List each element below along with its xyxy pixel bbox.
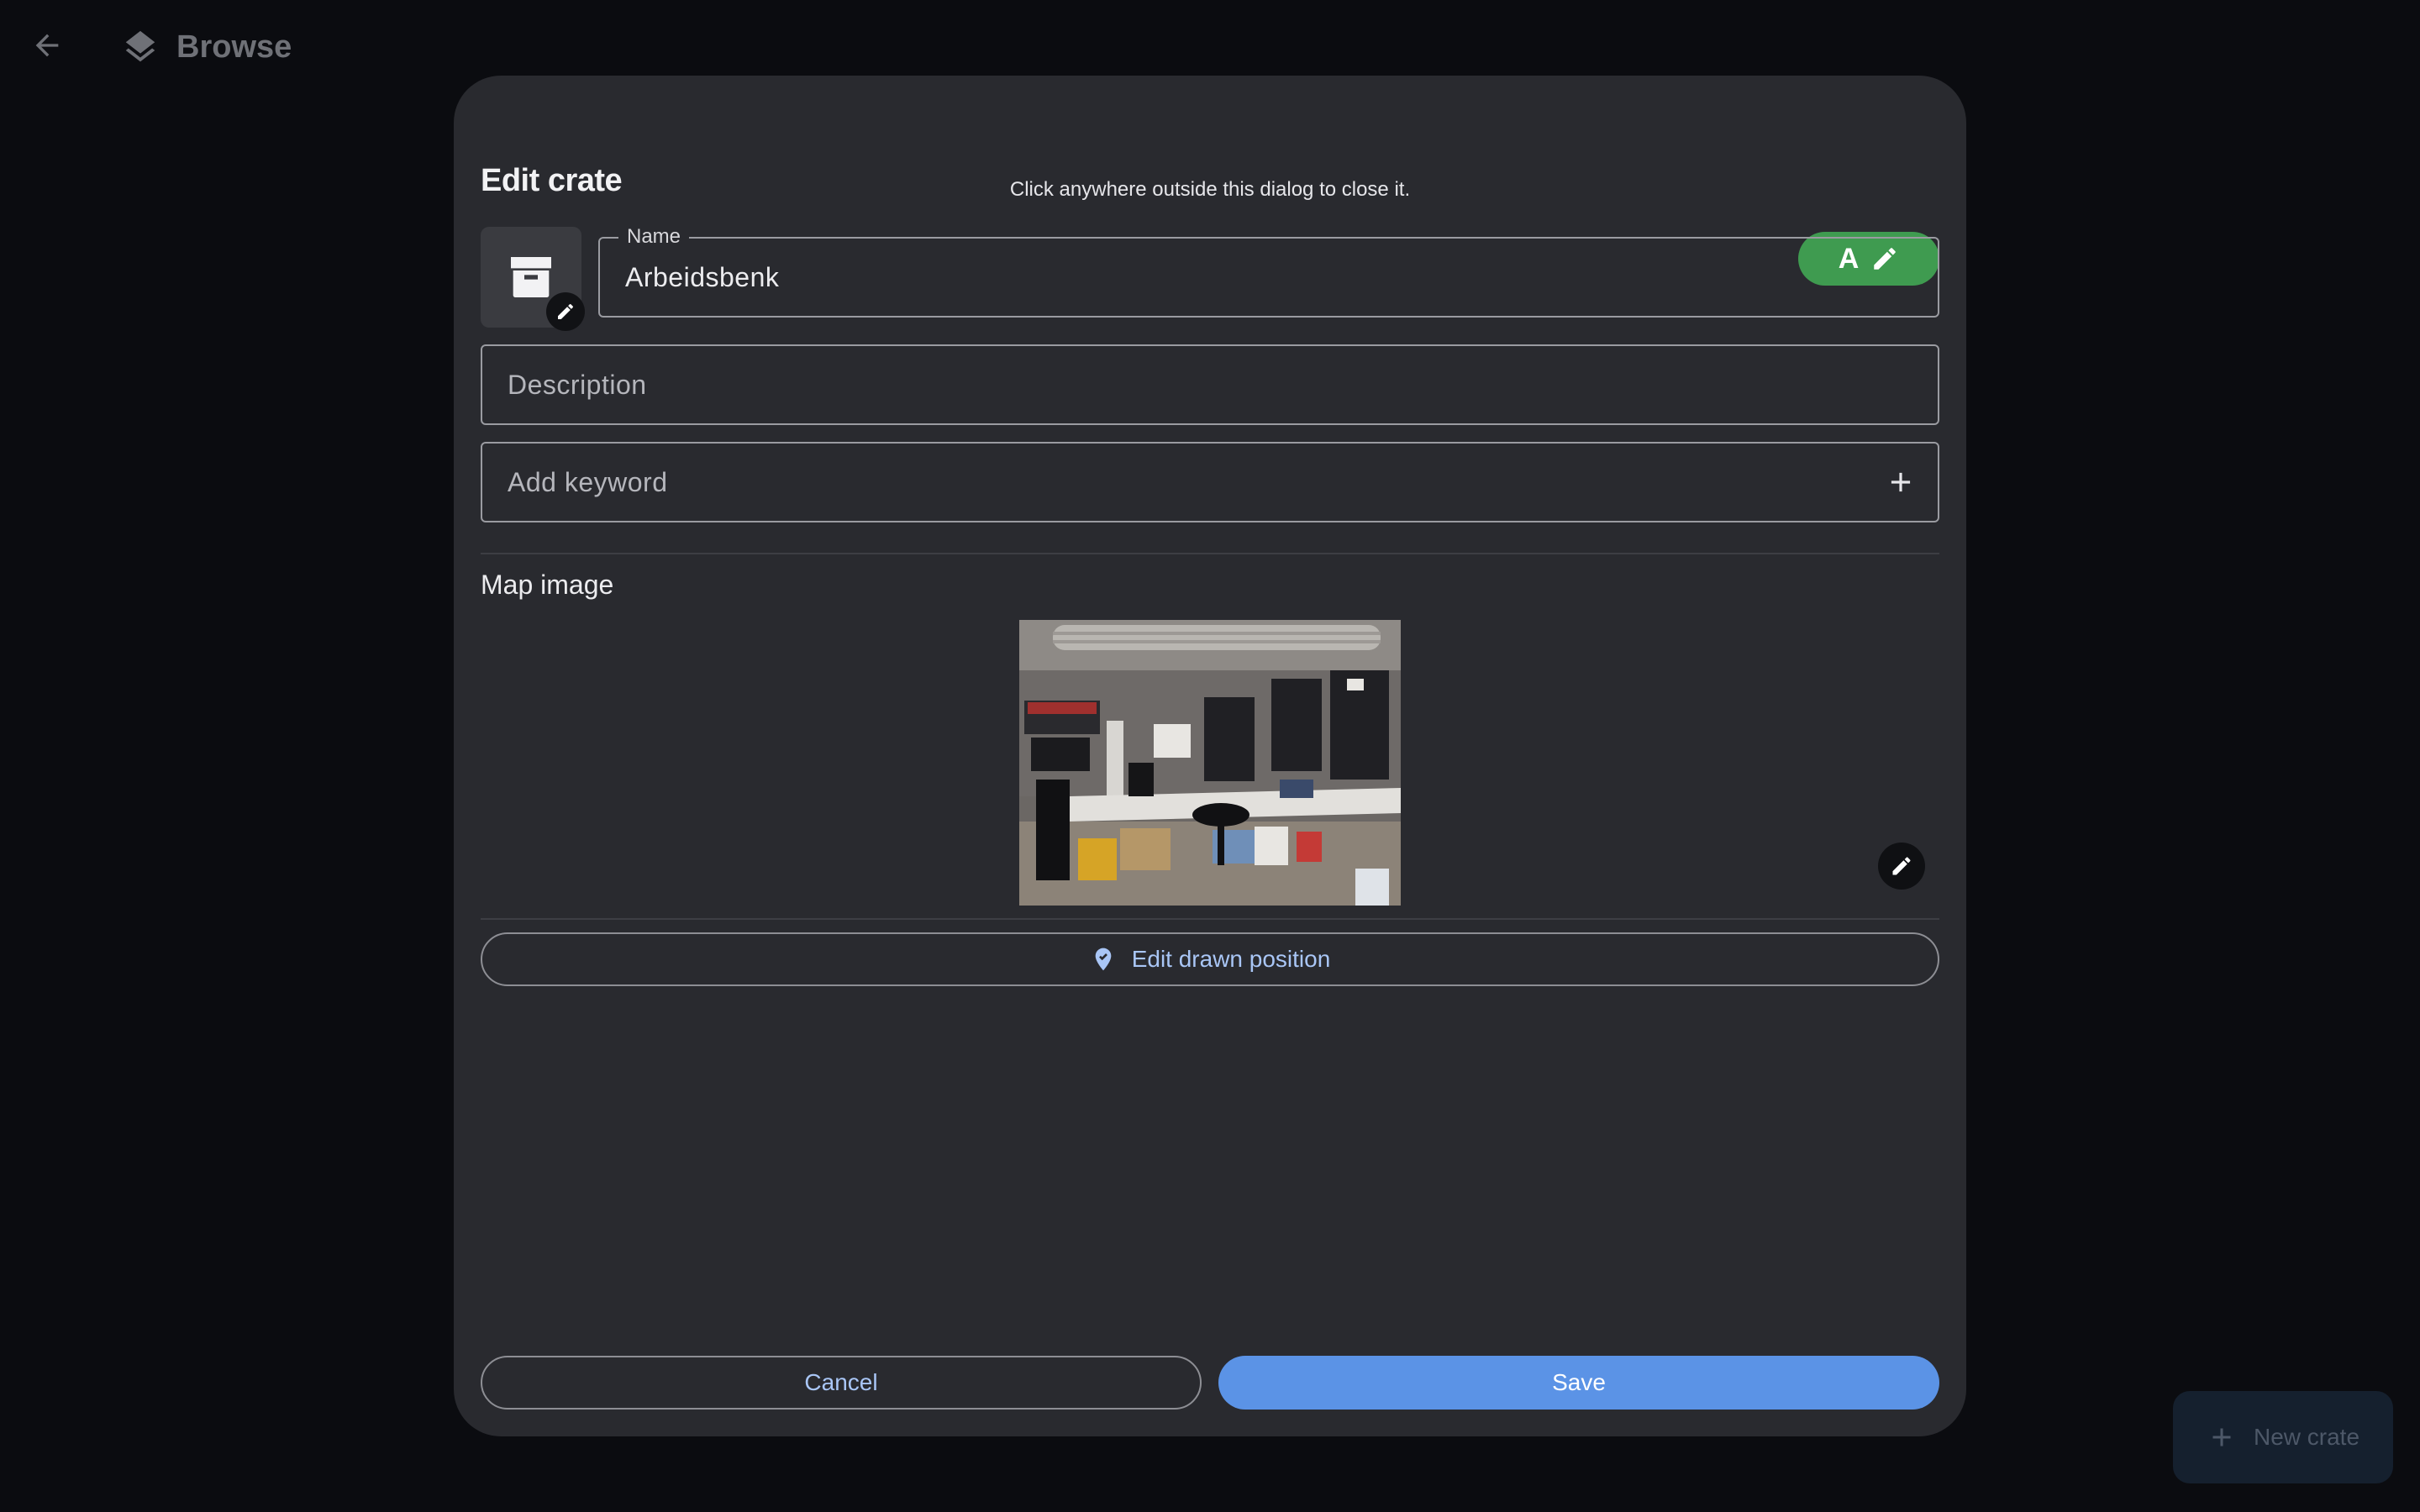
- description-field[interactable]: Description: [481, 344, 1939, 425]
- save-button[interactable]: Save: [1218, 1356, 1939, 1410]
- back-button[interactable]: [25, 24, 69, 67]
- cancel-button[interactable]: Cancel: [481, 1356, 1202, 1410]
- plus-icon: [2212, 1428, 2231, 1446]
- add-keyword-button[interactable]: [1881, 462, 1921, 502]
- crate-icon-picker[interactable]: [481, 227, 585, 331]
- new-crate-button[interactable]: New crate: [2173, 1391, 2393, 1483]
- save-label: Save: [1552, 1369, 1606, 1395]
- name-field[interactable]: Name Arbeidsbenk: [598, 225, 1939, 318]
- edit-drawn-position-label: Edit drawn position: [1131, 946, 1331, 972]
- cancel-label: Cancel: [804, 1369, 878, 1395]
- new-crate-label: New crate: [2253, 1424, 2360, 1450]
- map-image-label: Map image: [481, 570, 614, 600]
- browse-label: Browse: [176, 29, 292, 65]
- map-image-edit-button[interactable]: [1878, 843, 1925, 890]
- location-check-icon: [1095, 948, 1112, 971]
- divider: [481, 918, 1939, 920]
- archive-box-icon: [511, 257, 551, 297]
- divider: [481, 553, 1939, 554]
- name-field-label: Name: [618, 225, 690, 249]
- dialog-title: Edit crate: [481, 163, 623, 198]
- dialog-close-hint: Click anywhere outside this dialog to cl…: [1009, 178, 1411, 201]
- edit-drawn-position-button[interactable]: Edit drawn position: [481, 932, 1939, 986]
- map-image[interactable]: [1019, 620, 1401, 906]
- arrow-left-icon: [35, 34, 59, 57]
- description-placeholder: Description: [508, 370, 647, 400]
- pencil-icon: [558, 303, 574, 319]
- name-field-value: Arbeidsbenk: [625, 262, 780, 292]
- crate-icon-edit-button[interactable]: [546, 292, 585, 331]
- keyword-placeholder: Add keyword: [508, 467, 668, 497]
- browse-title[interactable]: Browse: [121, 24, 292, 71]
- edit-crate-dialog: Click anywhere outside this dialog to cl…: [454, 76, 1966, 1436]
- layers-icon: [125, 30, 155, 62]
- plus-icon: [1891, 472, 1911, 492]
- keyword-input[interactable]: Add keyword: [481, 442, 1939, 522]
- workshop-photo: [1019, 620, 1401, 906]
- pencil-icon: [1892, 857, 1911, 875]
